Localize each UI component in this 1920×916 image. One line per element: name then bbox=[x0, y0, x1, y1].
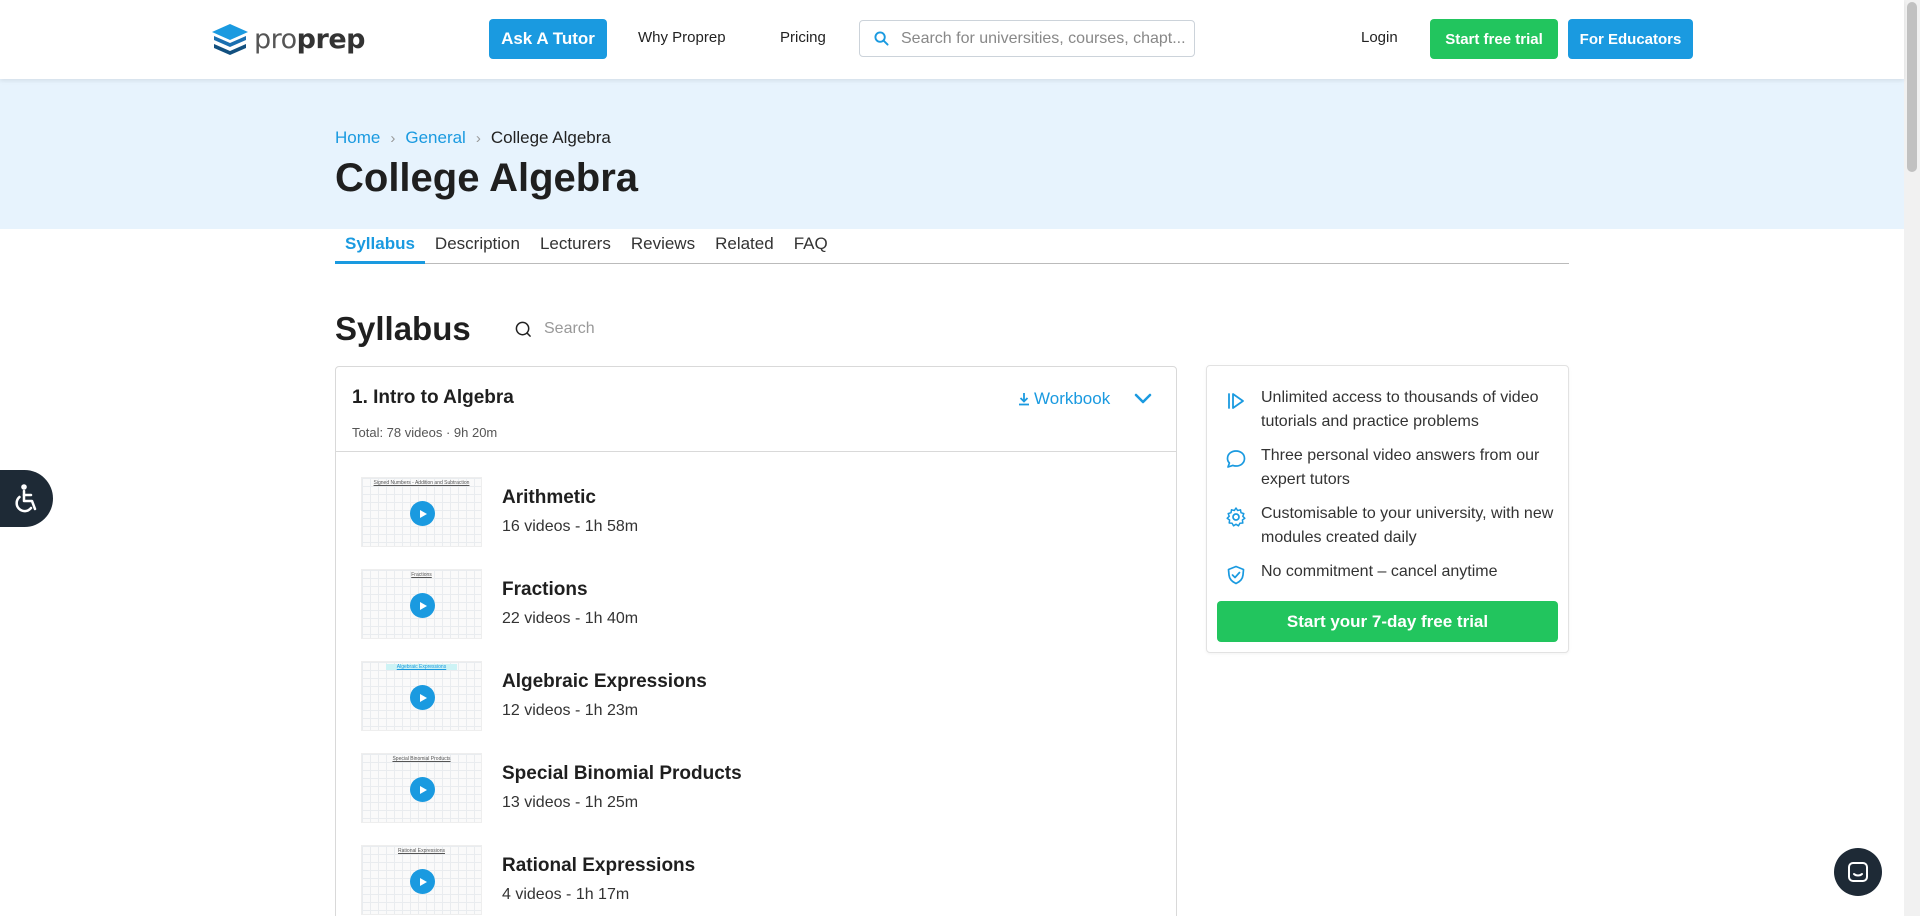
syllabus-heading: Syllabus bbox=[335, 310, 471, 347]
scrollbar-thumb[interactable] bbox=[1907, 2, 1917, 172]
breadcrumb-home[interactable]: Home bbox=[335, 128, 380, 148]
thumbnail-caption: Special Binomial Products bbox=[392, 756, 451, 762]
thumbnail-caption: Rational Expressions bbox=[398, 848, 445, 854]
play-icon[interactable] bbox=[410, 777, 435, 802]
chapter-header[interactable]: 1. Intro to Algebra Total: 78 videos · 9… bbox=[336, 367, 1176, 452]
play-icon[interactable] bbox=[410, 685, 435, 710]
breadcrumb: Home › General › College Algebra bbox=[335, 128, 611, 148]
proprep-logo[interactable]: proprep bbox=[210, 22, 365, 56]
page-scrollbar[interactable] bbox=[1904, 0, 1920, 916]
page-title: College Algebra bbox=[335, 156, 639, 200]
play-icon[interactable] bbox=[410, 501, 435, 526]
lesson-item[interactable]: Rational Expressions Rational Expression… bbox=[361, 845, 1141, 916]
feature-text: Customisable to your university, with ne… bbox=[1261, 505, 1554, 546]
lesson-thumbnail: Fractions bbox=[361, 569, 482, 639]
course-tabs: Syllabus Description Lecturers Reviews R… bbox=[335, 230, 1569, 264]
lesson-title: Special Binomial Products bbox=[502, 763, 742, 784]
thumbnail-caption: Algebraic Expressions bbox=[385, 664, 458, 670]
lesson-meta: 13 videos - 1h 25m bbox=[502, 794, 639, 811]
breadcrumb-general[interactable]: General bbox=[405, 128, 465, 148]
syllabus-search[interactable] bbox=[515, 320, 744, 338]
feature-text: Three personal video answers from our ex… bbox=[1261, 447, 1540, 488]
lesson-item[interactable]: Special Binomial Products Special Binomi… bbox=[361, 753, 1141, 825]
breadcrumb-separator: › bbox=[390, 129, 396, 147]
lesson-meta: 4 videos - 1h 17m bbox=[502, 886, 630, 903]
thumbnail-caption: Fractions bbox=[411, 572, 432, 578]
site-header: proprep Ask A Tutor Why Proprep Pricing … bbox=[0, 0, 1904, 79]
logo-text: proprep bbox=[254, 23, 365, 55]
lesson-thumbnail: Signed Numbers - Addition and Subtractio… bbox=[361, 477, 482, 547]
trial-benefits-card: Unlimited access to thousands of video t… bbox=[1206, 365, 1569, 653]
chapter-panel: 1. Intro to Algebra Total: 78 videos · 9… bbox=[335, 366, 1177, 916]
lesson-title: Rational Expressions bbox=[502, 855, 696, 876]
chevron-down-icon[interactable] bbox=[1134, 393, 1152, 405]
lesson-thumbnail: Rational Expressions bbox=[361, 845, 482, 915]
header-search[interactable] bbox=[859, 20, 1195, 57]
lesson-item[interactable]: Fractions Fractions 22 videos - 1h 40m bbox=[361, 569, 1141, 641]
nav-why-proprep[interactable]: Why Proprep bbox=[638, 29, 726, 46]
lesson-item[interactable]: Signed Numbers - Addition and Subtractio… bbox=[361, 477, 1141, 549]
lesson-meta: 16 videos - 1h 58m bbox=[502, 518, 639, 535]
feature-item: Three personal video answers from our ex… bbox=[1225, 444, 1561, 492]
hero-banner bbox=[0, 79, 1904, 229]
lesson-meta: 22 videos - 1h 40m bbox=[502, 610, 639, 627]
lesson-thumbnail: Special Binomial Products bbox=[361, 753, 482, 823]
feature-item: Unlimited access to thousands of video t… bbox=[1225, 386, 1561, 434]
search-icon bbox=[874, 31, 889, 46]
workbook-label: Workbook bbox=[1034, 389, 1111, 408]
lesson-thumbnail: Algebraic Expressions bbox=[361, 661, 482, 731]
tab-lecturers[interactable]: Lecturers bbox=[530, 230, 621, 264]
chat-bubble-icon bbox=[1226, 450, 1246, 468]
search-icon bbox=[515, 321, 531, 337]
logo-stack-icon bbox=[212, 24, 248, 55]
tab-syllabus[interactable]: Syllabus bbox=[335, 230, 425, 264]
header-search-input[interactable] bbox=[901, 29, 1191, 48]
play-icon[interactable] bbox=[410, 593, 435, 618]
feature-text: No commitment – cancel anytime bbox=[1261, 563, 1498, 580]
play-forward-icon bbox=[1228, 393, 1244, 409]
shield-check-icon bbox=[1227, 565, 1245, 585]
tab-faq[interactable]: FAQ bbox=[784, 230, 838, 264]
chat-launcher-button[interactable] bbox=[1834, 848, 1882, 896]
tab-related[interactable]: Related bbox=[705, 230, 784, 264]
breadcrumb-current: College Algebra bbox=[490, 128, 611, 147]
lesson-title: Arithmetic bbox=[502, 487, 596, 508]
download-icon bbox=[1019, 393, 1029, 406]
chapter-total: Total: 78 videos · 9h 20m bbox=[352, 425, 498, 440]
wheelchair-icon bbox=[14, 483, 36, 512]
lesson-item[interactable]: Algebraic Expressions Algebraic Expressi… bbox=[361, 661, 1141, 733]
thumbnail-caption: Signed Numbers - Addition and Subtractio… bbox=[373, 480, 470, 486]
feature-item: Customisable to your university, with ne… bbox=[1225, 502, 1561, 550]
chat-icon bbox=[1848, 862, 1868, 882]
gear-icon bbox=[1226, 507, 1246, 527]
breadcrumb-separator: › bbox=[475, 129, 481, 147]
feature-item: No commitment – cancel anytime bbox=[1225, 560, 1561, 586]
tab-reviews[interactable]: Reviews bbox=[621, 230, 705, 264]
start-7-day-trial-button[interactable]: Start your 7-day free trial bbox=[1217, 601, 1558, 642]
nav-pricing[interactable]: Pricing bbox=[780, 29, 826, 46]
tab-description[interactable]: Description bbox=[425, 230, 530, 264]
syllabus-search-input[interactable] bbox=[544, 320, 744, 338]
ask-a-tutor-button[interactable]: Ask A Tutor bbox=[489, 19, 607, 59]
chapter-title: 1. Intro to Algebra bbox=[352, 387, 514, 408]
lesson-title: Algebraic Expressions bbox=[502, 671, 707, 692]
for-educators-button[interactable]: For Educators bbox=[1568, 19, 1693, 59]
feature-text: Unlimited access to thousands of video t… bbox=[1261, 389, 1539, 430]
login-link[interactable]: Login bbox=[1361, 29, 1398, 46]
lesson-title: Fractions bbox=[502, 579, 588, 600]
play-icon[interactable] bbox=[410, 869, 435, 894]
accessibility-button[interactable] bbox=[0, 470, 53, 527]
start-free-trial-button[interactable]: Start free trial bbox=[1430, 19, 1558, 59]
lesson-meta: 12 videos - 1h 23m bbox=[502, 702, 639, 719]
workbook-download-link[interactable]: Workbook bbox=[1018, 389, 1110, 409]
